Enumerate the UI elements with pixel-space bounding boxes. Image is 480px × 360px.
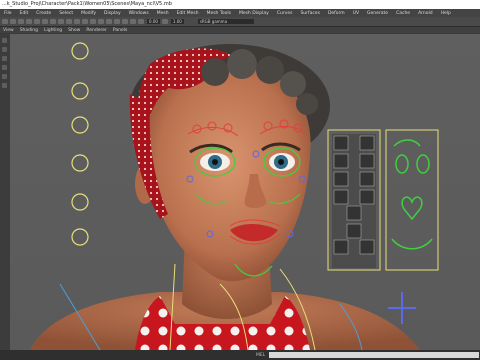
panel-menu-renderer[interactable]: Renderer bbox=[83, 28, 110, 33]
tool-box bbox=[0, 34, 10, 350]
textured-icon[interactable] bbox=[74, 19, 80, 24]
panel-menu-panels[interactable]: Panels bbox=[110, 28, 130, 33]
window-title-bar: ...k_Studio_Proj\Character\Pack1\Women05… bbox=[0, 0, 480, 9]
face-rig-panel-icon bbox=[327, 129, 439, 271]
exposure-icon[interactable] bbox=[138, 19, 144, 24]
camera-attributes-icon[interactable] bbox=[10, 19, 16, 24]
xray-joints-icon[interactable] bbox=[114, 19, 120, 24]
color-space-field[interactable]: sRGB gamma bbox=[197, 19, 254, 24]
dof-icon[interactable] bbox=[130, 19, 136, 24]
cross-control-icon bbox=[388, 292, 416, 324]
aa-icon[interactable] bbox=[122, 19, 128, 24]
menu-mesh-display[interactable]: Mesh Display bbox=[235, 11, 273, 16]
gamma-field[interactable]: 1.00 bbox=[170, 19, 184, 24]
menu-mesh-tools[interactable]: Mesh Tools bbox=[203, 11, 235, 16]
menu-select[interactable]: Select bbox=[55, 11, 77, 16]
rotate-tool-icon[interactable] bbox=[2, 74, 7, 79]
menu-display[interactable]: Display bbox=[100, 11, 125, 16]
menu-file[interactable]: File bbox=[0, 11, 16, 16]
3d-viewport[interactable] bbox=[10, 34, 480, 350]
lasso-tool-icon[interactable] bbox=[2, 47, 7, 52]
viewport-toolbar: 0.00 1.00 sRGB gamma bbox=[0, 17, 480, 27]
control-circle-icons bbox=[71, 42, 89, 246]
menu-cache[interactable]: Cache bbox=[392, 11, 414, 16]
isolate-select-icon[interactable] bbox=[98, 19, 104, 24]
wireframe-icon[interactable] bbox=[58, 19, 64, 24]
lights-icon[interactable] bbox=[82, 19, 88, 24]
exposure-field[interactable]: 0.00 bbox=[147, 19, 160, 24]
menu-windows[interactable]: Windows bbox=[125, 11, 153, 16]
bookmarks-icon[interactable] bbox=[18, 19, 24, 24]
viewport-scene bbox=[30, 42, 439, 350]
xray-icon[interactable] bbox=[106, 19, 112, 24]
panel-menu-bar: View Shading Lighting Show Renderer Pane… bbox=[0, 27, 480, 33]
smooth-shade-icon[interactable] bbox=[66, 19, 72, 24]
gamma-icon[interactable] bbox=[161, 19, 168, 24]
move-tool-icon[interactable] bbox=[2, 65, 7, 70]
resolution-gate-icon[interactable] bbox=[50, 19, 56, 24]
panel-menu-shading[interactable]: Shading bbox=[17, 28, 41, 33]
menu-help[interactable]: Help bbox=[437, 11, 455, 16]
command-language-label[interactable]: MEL bbox=[256, 353, 265, 358]
menu-modify[interactable]: Modify bbox=[77, 11, 100, 16]
menu-edit-mesh[interactable]: Edit Mesh bbox=[173, 11, 203, 16]
image-plane-icon[interactable] bbox=[26, 19, 32, 24]
main-menu-bar: File Edit Create Select Modify Display W… bbox=[0, 9, 480, 17]
menu-generate[interactable]: Generate bbox=[363, 11, 392, 16]
menu-mesh[interactable]: Mesh bbox=[153, 11, 173, 16]
command-input[interactable] bbox=[269, 352, 480, 358]
shadows-icon[interactable] bbox=[90, 19, 96, 24]
menu-surfaces[interactable]: Surfaces bbox=[296, 11, 324, 16]
paint-select-tool-icon[interactable] bbox=[2, 56, 7, 61]
panel-menu-show[interactable]: Show bbox=[65, 28, 83, 33]
select-tool-icon[interactable] bbox=[2, 38, 7, 43]
menu-arnold[interactable]: Arnold bbox=[414, 11, 437, 16]
menu-uv[interactable]: UV bbox=[349, 11, 363, 16]
menu-edit[interactable]: Edit bbox=[16, 11, 33, 16]
window-title: ...k_Studio_Proj\Character\Pack1\Women05… bbox=[2, 1, 172, 7]
menu-curves[interactable]: Curves bbox=[273, 11, 297, 16]
command-line: MEL bbox=[0, 350, 480, 360]
scale-tool-icon[interactable] bbox=[2, 83, 7, 88]
panel-menu-view[interactable]: View bbox=[0, 28, 17, 33]
grid-toggle-icon[interactable] bbox=[34, 19, 40, 24]
menu-deform[interactable]: Deform bbox=[324, 11, 349, 16]
select-camera-icon[interactable] bbox=[2, 19, 8, 24]
menu-create[interactable]: Create bbox=[32, 11, 55, 16]
film-gate-icon[interactable] bbox=[42, 19, 48, 24]
panel-menu-lighting[interactable]: Lighting bbox=[41, 28, 65, 33]
